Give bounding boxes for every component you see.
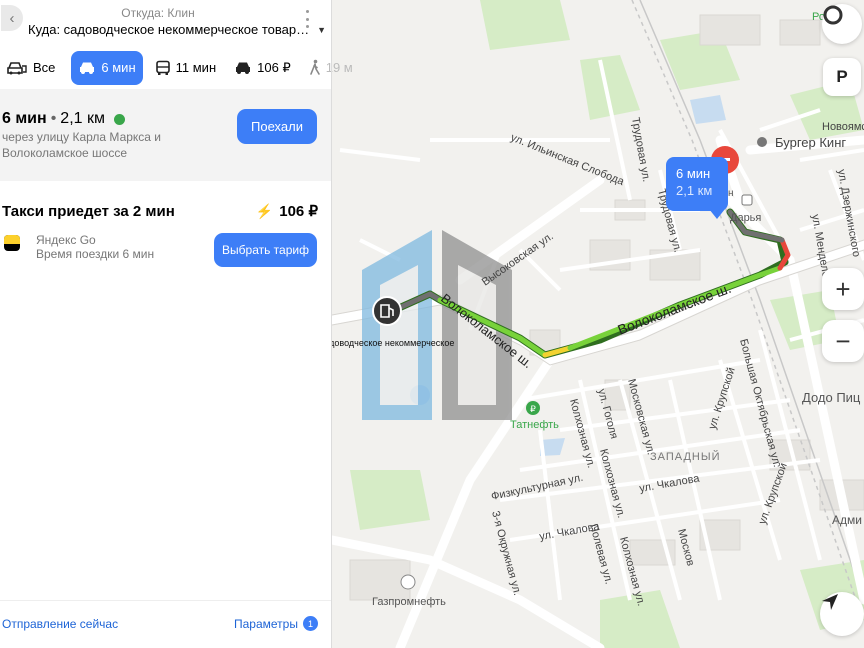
navigation-arrow-icon: [822, 594, 838, 610]
mode-bus[interactable]: 11 мин: [149, 51, 223, 85]
parking-button[interactable]: P: [823, 58, 861, 96]
choose-tariff-button[interactable]: Выбрать тариф: [214, 233, 317, 267]
taxi-trip-time: Время поездки 6 мин: [36, 247, 155, 261]
poi-label-admin: Адми: [832, 513, 862, 527]
fuel-station-icon: [400, 574, 416, 590]
my-location-button[interactable]: [820, 592, 864, 636]
poi-label-gazpromneft: Газпромнефть: [372, 596, 446, 608]
mode-taxi[interactable]: 106 ₽: [228, 51, 297, 85]
route-via: через улицу Карла Маркса и Волоколамское…: [2, 130, 162, 160]
start-marker: [372, 296, 402, 326]
car-icon: [80, 62, 95, 74]
dot-icon: [305, 17, 309, 21]
from-label[interactable]: Откуда: Клин: [0, 6, 316, 20]
transport-modes: Все 6 мин 11 мин 106 ₽ 19 м: [0, 50, 353, 85]
route-panel: ‹ Откуда: Клин Куда: садоводческое неком…: [0, 0, 353, 648]
taxi-title: Такси приедет за 2 мин: [2, 203, 175, 220]
district-label: ЗАПАДНЫЙ: [650, 450, 721, 463]
go-button[interactable]: Поехали: [237, 109, 317, 144]
restaurant-icon: [757, 137, 767, 147]
street-label: Новоямская: [822, 121, 864, 133]
mode-all[interactable]: Все: [0, 51, 61, 85]
route-title: 6 мин • 2,1 км: [2, 110, 125, 128]
map-canvas[interactable]: ₽ Волоколамское ш. Волоколамское ш. Высо…: [332, 0, 864, 648]
caret-down-icon: ▼: [317, 24, 327, 35]
mode-all-label: Все: [33, 60, 56, 75]
svg-text:₽: ₽: [530, 404, 536, 414]
to-label: Куда: садоводческое некоммерческое товар…: [28, 22, 310, 37]
bubble-time: 6 мин: [676, 166, 711, 181]
poi-label-burger-king: Бургер Кинг: [775, 135, 846, 150]
taxi-price-value: 106 ₽: [279, 203, 318, 220]
plus-icon: +: [835, 273, 851, 304]
departure-time-link[interactable]: Отправление сейчас: [2, 617, 118, 631]
poi-label-stub: н: [728, 188, 734, 199]
dot-icon: [305, 10, 309, 13]
route-summary[interactable]: 6 мин • 2,1 км через улицу Карла Маркса …: [0, 89, 331, 181]
zoom-in-button[interactable]: +: [822, 268, 864, 310]
destination-label: садоводческое некоммерческое: [332, 338, 454, 348]
dot-icon: [305, 25, 309, 28]
poi-label-darya: Дарья: [730, 212, 761, 224]
taxi-price: ⚡ 106 ₽: [255, 202, 318, 221]
lightning-icon: ⚡: [255, 202, 274, 219]
poi-label-dodo: Додо Пиц: [802, 390, 861, 405]
zoom-out-button[interactable]: −: [822, 320, 864, 362]
route-separator: •: [50, 110, 57, 127]
bubble-tail: [709, 209, 725, 219]
walk-icon: [309, 59, 320, 75]
shop-icon: [741, 194, 753, 206]
map[interactable]: ₽ Волоколамское ш. Волоколамское ш. Высо…: [332, 0, 864, 648]
taxi-service-name: Яндекс Go: [36, 233, 96, 247]
parking-icon: P: [836, 67, 848, 86]
bus-icon: [155, 60, 170, 75]
minus-icon: −: [835, 325, 851, 356]
mode-bus-label: 11 мин: [175, 60, 217, 75]
taxi-icon: [236, 62, 251, 74]
yandex-go-logo-icon: [4, 235, 20, 251]
taxi-card[interactable]: Такси приедет за 2 мин ⚡ 106 ₽ Яндекс Go…: [0, 181, 331, 277]
panel-divider: [331, 0, 332, 648]
mode-car-label: 6 мин: [101, 60, 136, 75]
route-info-bubble[interactable]: 6 мин 2,1 км: [666, 157, 728, 211]
to-field[interactable]: Куда: садоводческое некоммерческое товар…: [28, 22, 326, 37]
leaf-icon: [113, 113, 125, 125]
car-icon: [7, 61, 27, 74]
panel-footer: Отправление сейчас Параметры 1: [0, 600, 331, 644]
poi-label-tatneft: Татнефть: [510, 419, 559, 431]
mode-taxi-label: 106 ₽: [257, 59, 291, 75]
parameters-count-badge: 1: [303, 616, 318, 631]
parameters-link[interactable]: Параметры: [234, 617, 298, 631]
route-time: 6 мин: [2, 110, 47, 127]
mode-car[interactable]: 6 мин: [71, 50, 143, 85]
bubble-distance: 2,1 км: [676, 183, 713, 198]
alice-button[interactable]: [822, 4, 862, 44]
mode-walk-label: 19 м: [325, 60, 353, 75]
more-menu-button[interactable]: [303, 10, 311, 28]
route-distance: 2,1 км: [60, 110, 105, 127]
alice-icon: [823, 5, 843, 25]
